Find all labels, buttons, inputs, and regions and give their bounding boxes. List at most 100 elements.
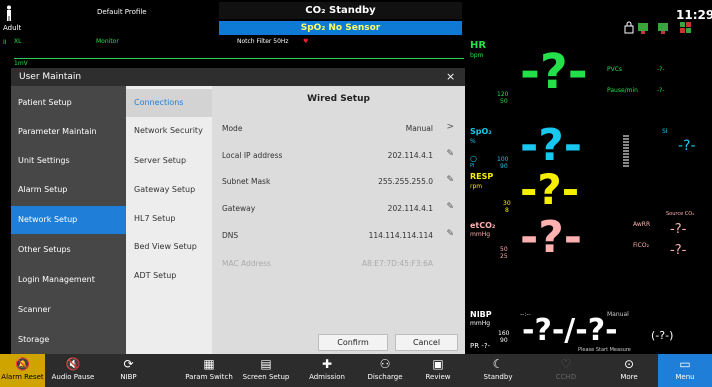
audio-pause-button[interactable]: 🔇 Audio Pause (45, 354, 101, 387)
subnav-server-setup[interactable]: Server Setup (126, 147, 212, 175)
spo2-lower-limit: 90 (500, 163, 508, 170)
subnav-gateway-setup[interactable]: Gateway Setup (126, 176, 212, 204)
spo2-pulse-icon: ○ (470, 154, 477, 163)
alarm-reset-label: Alarm Reset (1, 373, 44, 381)
nibp-value[interactable]: -?-/-?- (522, 316, 618, 346)
cchd-button: ♡ CCHD (526, 354, 606, 387)
profile-label[interactable]: Default Profile (97, 8, 147, 16)
ecg-baseline (14, 58, 464, 59)
discharge-button[interactable]: ⚇ Discharge (358, 354, 412, 387)
admission-button[interactable]: ✚ Admission (298, 354, 356, 387)
bed-network-icon (658, 23, 668, 34)
nibp-button-label: NIBP (120, 373, 137, 381)
discharge-label: Discharge (367, 373, 403, 381)
admission-label: Admission (309, 373, 345, 381)
nav-item-patient-setup[interactable]: Patient Setup (11, 89, 126, 117)
ecg-mode-label[interactable]: Monitor (96, 38, 119, 45)
network-icon (638, 23, 648, 34)
co2-source-label: Source CO₂ (666, 211, 695, 217)
confirm-button[interactable]: Confirm (318, 334, 388, 351)
cancel-button[interactable]: Cancel (395, 334, 458, 351)
audio-pause-icon: 🔇 (65, 357, 81, 371)
menu-icon: ▭ (679, 357, 691, 371)
pause-value: -?- (657, 87, 665, 94)
menu-button[interactable]: ▭ Menu (658, 354, 712, 387)
edit-icon: ✎ (446, 229, 454, 239)
nav-item-other-setups[interactable]: Other Setups (11, 236, 126, 264)
pr-value: PR -?- (470, 342, 491, 350)
awrr-label: AwRR (633, 221, 651, 228)
mac-address-value: A8:E7:7D:45:F3:6A (361, 259, 433, 268)
etco2-label[interactable]: etCO₂ (470, 221, 495, 230)
nav-item-storage[interactable]: Storage (11, 326, 126, 354)
subnet-mask-row[interactable]: Subnet Mask 255.255.255.0 ✎ (212, 167, 465, 195)
spo2-value[interactable]: -?- (520, 124, 582, 168)
grid-icon: ▦ (203, 357, 215, 371)
pause-label: Pause/min (607, 87, 638, 94)
gateway-label: Gateway (222, 204, 256, 213)
gateway-value: 202.114.4.1 (387, 204, 433, 213)
gateway-row[interactable]: Gateway 202.114.4.1 ✎ (212, 194, 465, 222)
etco2-value[interactable]: -?- (520, 216, 582, 260)
ecg-alarm-marker: ♥ (303, 38, 309, 45)
close-icon[interactable]: × (446, 70, 455, 83)
patient-type-label[interactable]: Adult (3, 24, 21, 32)
nav-item-login-management[interactable]: Login Management (11, 266, 126, 294)
pvcs-label: PVCs (607, 66, 623, 73)
subnet-mask-value: 255.255.255.0 (378, 177, 433, 186)
ecg-lead-label[interactable]: XL (14, 38, 21, 45)
nibp-upper-limit: 160 (498, 330, 510, 337)
dialog-title: User Maintain (11, 68, 465, 86)
subnav-bed-view-setup[interactable]: Bed View Setup (126, 233, 212, 261)
pvcs-value: -?- (657, 66, 665, 73)
local-ip-row[interactable]: Local IP address 202.114.4.1 ✎ (212, 141, 465, 169)
network-subnav: Connections Network Security Server Setu… (126, 86, 212, 354)
hr-upper-limit: 120 (497, 91, 509, 98)
battery-icon (680, 22, 691, 33)
chevron-right-icon: > (446, 122, 454, 132)
si-label: SI (662, 128, 668, 135)
nav-item-scanner[interactable]: Scanner (11, 296, 126, 324)
fico2-label: FiCO₂ (633, 242, 649, 249)
standby-button[interactable]: ☾ Standby (470, 354, 526, 387)
nav-item-alarm-setup[interactable]: Alarm Setup (11, 176, 126, 204)
edit-icon: ✎ (446, 202, 454, 212)
mode-label: Mode (222, 124, 243, 133)
more-button[interactable]: ⊙ More (603, 354, 655, 387)
nibp-label[interactable]: NIBP (470, 310, 492, 319)
subnet-mask-label: Subnet Mask (222, 177, 271, 186)
edit-icon: ✎ (446, 149, 454, 159)
nav-item-parameter-maintain[interactable]: Parameter Maintain (11, 118, 126, 146)
review-button[interactable]: ▣ Review (412, 354, 464, 387)
subnav-hl7-setup[interactable]: HL7 Setup (126, 205, 212, 233)
resp-label[interactable]: RESP (470, 172, 493, 181)
nibp-button[interactable]: ⟳ NIBP (101, 354, 156, 387)
nav-item-network-setup[interactable]: Network Setup (11, 206, 126, 234)
cuff-icon: ⟳ (123, 357, 134, 371)
param-switch-label: Param Switch (185, 373, 233, 381)
content-title: Wired Setup (307, 94, 370, 104)
hr-value[interactable]: -?- (520, 48, 588, 96)
adult-patient-icon[interactable] (3, 5, 15, 21)
subnav-connections[interactable]: Connections (126, 89, 212, 117)
spo2-status-message: SpO₂ No Sensor (219, 21, 462, 35)
spo2-label[interactable]: SpO₂ (470, 127, 492, 136)
subnav-adt-setup[interactable]: ADT Setup (126, 262, 212, 290)
resp-unit: rpm (470, 183, 483, 190)
etco2-unit: mmHg (470, 231, 491, 238)
nav-item-unit-settings[interactable]: Unit Settings (11, 147, 126, 175)
mode-row[interactable]: Mode Manual > (212, 114, 465, 142)
screen-setup-button[interactable]: ▤ Screen Setup (236, 354, 296, 387)
alarm-reset-button[interactable]: 🔕 Alarm Reset (0, 354, 45, 387)
param-switch-button[interactable]: ▦ Param Switch (184, 354, 234, 387)
resp-value[interactable]: -?- (520, 169, 579, 211)
subnav-network-security[interactable]: Network Security (126, 117, 212, 145)
pi-label: PI (470, 163, 475, 169)
perfusion-bar (623, 135, 629, 167)
spo2-upper-limit: 100 (497, 156, 509, 163)
etco2-upper-limit: 50 (500, 246, 508, 253)
hr-label[interactable]: HR (470, 40, 486, 51)
mode-value: Manual (405, 124, 433, 133)
dns-row[interactable]: DNS 114.114.114.114 ✎ (212, 221, 465, 249)
mac-address-row: MAC Address A8:E7:7D:45:F3:6A (212, 249, 465, 277)
